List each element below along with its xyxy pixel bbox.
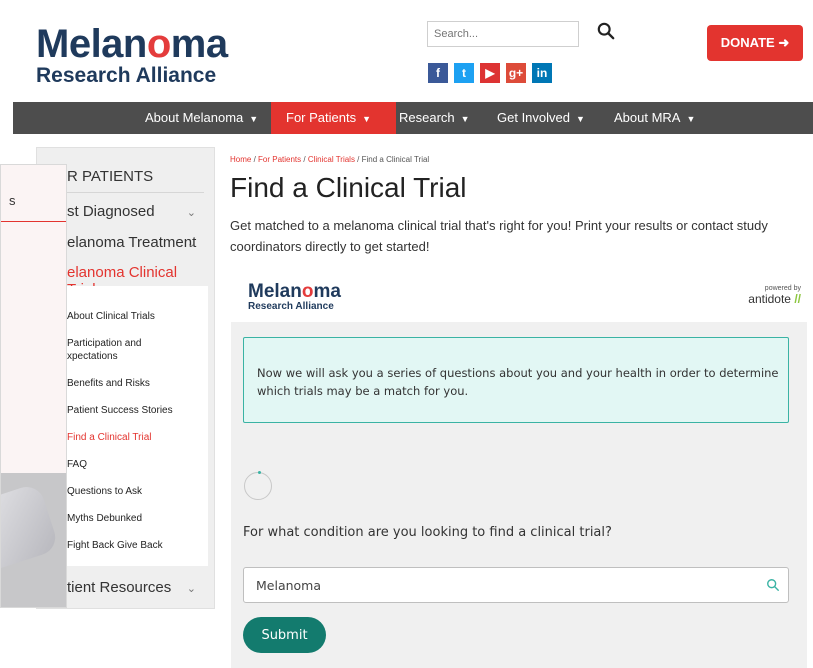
sidebar-title: R PATIENTS <box>67 168 154 185</box>
condition-input[interactable] <box>243 567 789 603</box>
trial-finder-widget: Melanoma Research Alliance powered by an… <box>231 267 807 668</box>
widget-logo: Melanoma Research Alliance <box>248 281 341 312</box>
condition-question: For what condition are you looking to fi… <box>243 525 612 540</box>
donate-button[interactable]: DONATE ➜ <box>707 25 803 61</box>
popup-text: s <box>9 193 16 208</box>
nav-for-patients[interactable]: For Patients ▼ <box>271 102 396 134</box>
linkedin-icon[interactable]: in <box>532 63 552 83</box>
powered-by-antidote: powered by antidote // <box>748 285 801 306</box>
logo-subtitle: Research Alliance <box>36 64 217 87</box>
info-text: Now we will ask you a series of question… <box>257 366 779 398</box>
breadcrumb-clinical-trials[interactable]: Clinical Trials <box>308 155 355 164</box>
chevron-down-icon: ▼ <box>249 114 259 124</box>
main-nav: About Melanoma ▼ For Patients ▼ Research ▼ … <box>13 102 813 134</box>
google-plus-icon[interactable]: g+ <box>506 63 526 83</box>
popup-panel <box>1 165 66 475</box>
facebook-icon[interactable]: f <box>428 63 448 83</box>
sidebar-item-patient-resources[interactable]: tient Resources <box>67 579 171 596</box>
chevron-down-icon: ▼ <box>460 114 470 124</box>
submenu-participation[interactable]: Participation and xpectations <box>67 337 142 363</box>
chevron-down-icon: ▼ <box>576 114 585 124</box>
search-icon[interactable] <box>766 578 780 592</box>
submenu-find-trial[interactable]: Find a Clinical Trial <box>67 431 151 444</box>
info-box: Now we will ask you a series of question… <box>243 337 789 423</box>
submenu-about-clinical-trials[interactable]: About Clinical Trials <box>67 310 155 323</box>
chevron-down-icon[interactable]: ⌄ <box>187 237 196 250</box>
chevron-down-icon: ▼ <box>362 114 372 124</box>
nav-research[interactable]: Research ▼ <box>399 102 489 134</box>
nav-get-involved[interactable]: Get Involved ▼ <box>497 102 607 134</box>
popup-overlay[interactable]: s <box>0 164 67 608</box>
submenu-faq[interactable]: FAQ <box>67 458 87 471</box>
twitter-icon[interactable]: t <box>454 63 474 83</box>
youtube-icon[interactable]: ▶ <box>480 63 500 83</box>
loading-spinner-icon <box>244 471 272 500</box>
widget-header: Melanoma Research Alliance powered by an… <box>231 267 807 322</box>
page-title: Find a Clinical Trial <box>230 172 467 203</box>
divider <box>1 221 66 222</box>
nav-about-mra[interactable]: About MRA ▼ <box>614 102 714 134</box>
breadcrumb-home[interactable]: Home <box>230 155 251 164</box>
page-intro: Get matched to a melanoma clinical trial… <box>230 218 768 254</box>
social-links: f t ▶ g+ in <box>428 63 552 83</box>
search-icon[interactable] <box>597 22 615 40</box>
submit-button[interactable]: Submit <box>243 617 326 653</box>
antidote-logo-icon: // <box>794 292 801 306</box>
nav-about-melanoma[interactable]: About Melanoma ▼ <box>135 102 285 134</box>
breadcrumb: Home / For Patients / Clinical Trials / … <box>230 155 430 164</box>
submenu-success-stories[interactable]: Patient Success Stories <box>67 404 173 417</box>
chevron-down-icon[interactable]: ⌄ <box>187 582 196 595</box>
sidebar-item-melanoma-treatment[interactable]: elanoma Treatment <box>67 234 196 251</box>
mra-logo[interactable]: Melanoma Research Alliance <box>36 24 228 88</box>
sidebar-submenu: About Clinical Trials Participation and x… <box>67 286 208 566</box>
submenu-benefits-risks[interactable]: Benefits and Risks <box>67 377 150 390</box>
breadcrumb-for-patients[interactable]: For Patients <box>258 155 301 164</box>
submenu-myths[interactable]: Myths Debunked <box>67 512 142 525</box>
breadcrumb-current: Find a Clinical Trial <box>361 155 430 164</box>
search-input[interactable] <box>427 21 579 47</box>
chevron-down-icon[interactable]: ⌄ <box>187 206 196 219</box>
sidebar-item-just-diagnosed[interactable]: st Diagnosed <box>67 203 155 220</box>
popup-image <box>1 473 66 607</box>
submenu-questions[interactable]: Questions to Ask <box>67 485 142 498</box>
chevron-down-icon: ▼ <box>686 114 696 124</box>
submenu-fight-back[interactable]: Fight Back Give Back <box>67 539 163 552</box>
divider <box>67 192 204 193</box>
logo-wordmark: Melanoma <box>36 22 228 66</box>
